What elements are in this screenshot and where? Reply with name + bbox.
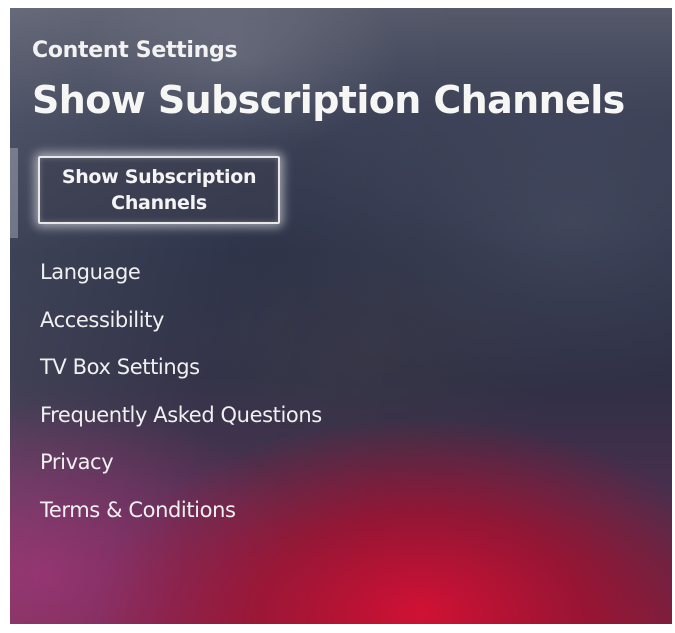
photo-frame: Content Settings Show Subscription Chann… xyxy=(0,0,675,633)
menu-item-terms[interactable]: Terms & Conditions xyxy=(40,496,322,544)
section-label: Content Settings xyxy=(32,38,238,63)
menu-item-privacy[interactable]: Privacy xyxy=(40,448,322,496)
tv-screen: Content Settings Show Subscription Chann… xyxy=(10,8,672,624)
side-highlight xyxy=(10,148,18,238)
menu-item-language[interactable]: Language xyxy=(40,258,322,306)
show-subscription-channels-button[interactable]: Show Subscription Channels xyxy=(38,156,280,224)
settings-menu: Language Accessibility TV Box Settings F… xyxy=(40,258,322,543)
button-label: Show Subscription Channels xyxy=(61,166,257,214)
menu-item-accessibility[interactable]: Accessibility xyxy=(40,306,322,354)
page-title: Show Subscription Channels xyxy=(32,78,625,122)
menu-item-faq[interactable]: Frequently Asked Questions xyxy=(40,401,322,449)
menu-item-tv-box-settings[interactable]: TV Box Settings xyxy=(40,353,322,401)
